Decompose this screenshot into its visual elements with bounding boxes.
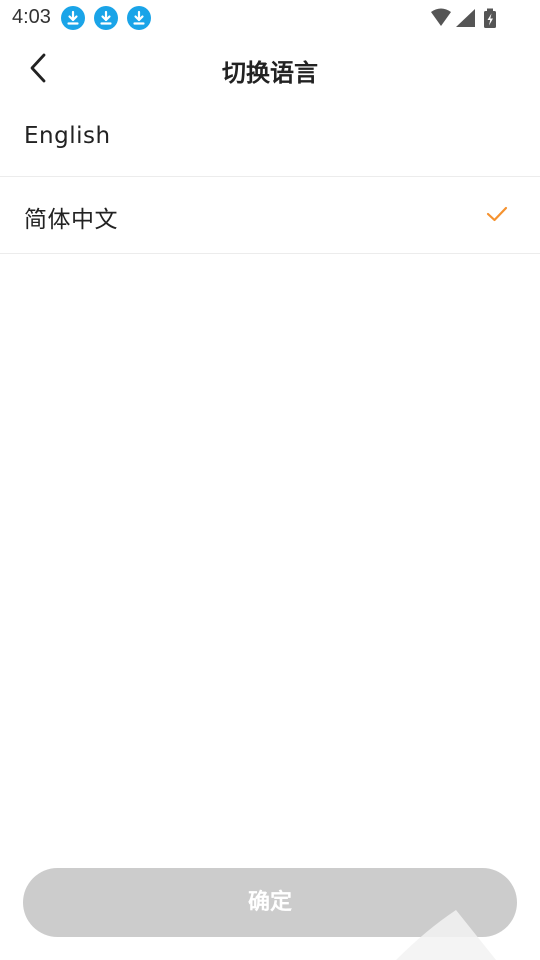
status-time: 4:03: [12, 6, 51, 28]
language-label: 简体中文: [24, 207, 118, 233]
language-label: English: [24, 123, 111, 149]
download-icon: [94, 6, 118, 30]
battery-charging-icon: [484, 8, 496, 28]
swipe-hint-shape: [396, 910, 496, 960]
language-option-simplified-chinese[interactable]: 简体中文: [0, 177, 540, 254]
system-status-icons: [431, 8, 496, 28]
nav-bar: 切换语言: [0, 36, 540, 100]
download-icon: [127, 6, 151, 30]
language-list: English 简体中文: [0, 100, 540, 254]
wifi-icon: [431, 8, 451, 26]
page-title: 切换语言: [222, 59, 318, 87]
status-bar: 4:03: [0, 0, 540, 36]
download-icon: [61, 6, 85, 30]
check-icon: [486, 206, 508, 222]
cellular-signal-icon: [456, 9, 475, 27]
language-option-english[interactable]: English: [0, 100, 540, 177]
